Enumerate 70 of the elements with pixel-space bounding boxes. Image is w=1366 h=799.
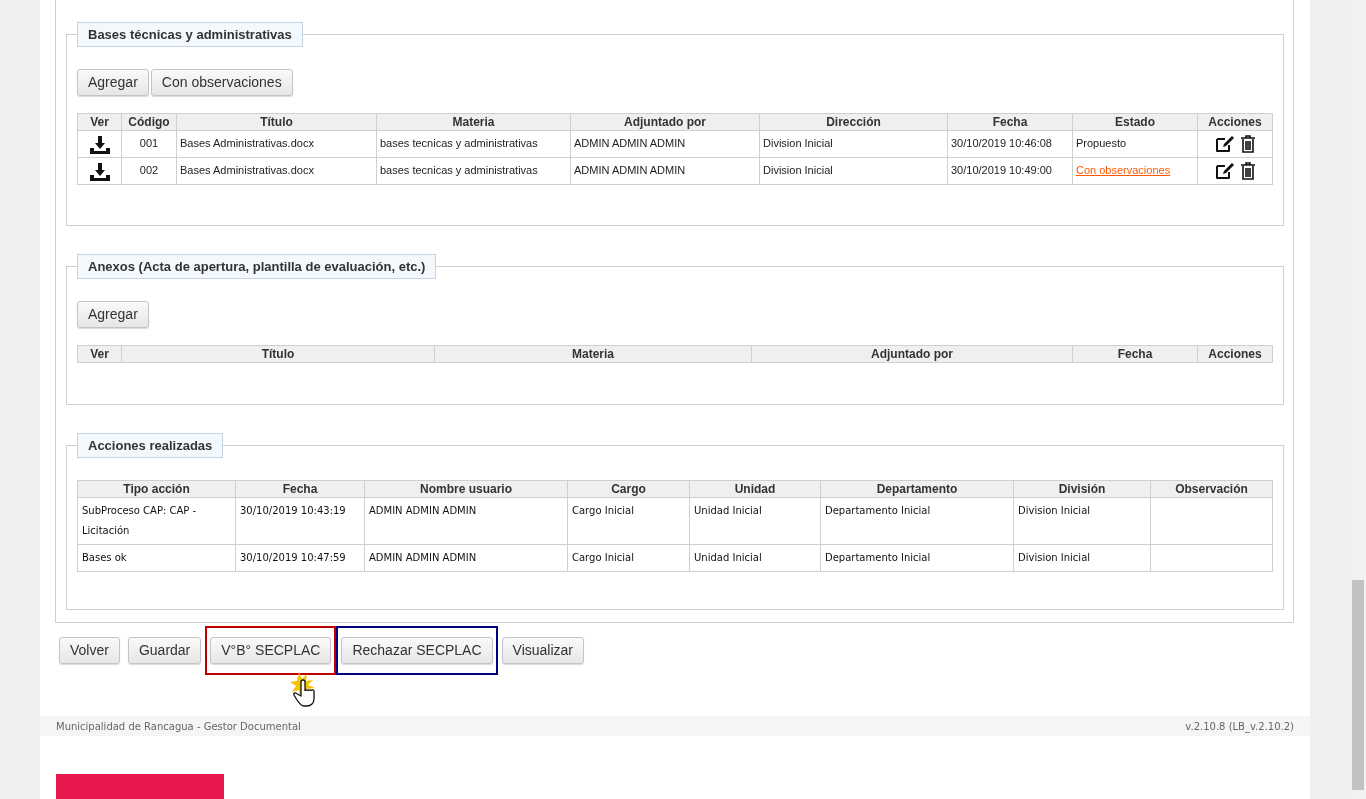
column-header: Título bbox=[176, 113, 377, 131]
section-title: Anexos (Acta de apertura, plantilla de evaluación, etc.) bbox=[77, 254, 437, 279]
trash-icon[interactable] bbox=[1239, 135, 1256, 153]
column-header: Fecha bbox=[947, 113, 1073, 131]
column-header: Acciones bbox=[1197, 345, 1273, 363]
table-cell: Division Inicial bbox=[1013, 497, 1151, 545]
table-cell: Division Inicial bbox=[1013, 544, 1151, 572]
trash-icon[interactable] bbox=[1239, 162, 1256, 180]
column-header: Departamento bbox=[820, 480, 1014, 498]
table-cell: ADMIN ADMIN ADMIN bbox=[570, 157, 760, 185]
column-header: Unidad bbox=[689, 480, 821, 498]
table-cell: Bases ok bbox=[77, 544, 236, 572]
column-header: Materia bbox=[376, 113, 571, 131]
table-cell: bases tecnicas y administrativas bbox=[376, 130, 571, 158]
table-cell: ADMIN ADMIN ADMIN bbox=[570, 130, 760, 158]
table-cell: Unidad Inicial bbox=[689, 544, 821, 572]
table-cell: 30/10/2019 10:49:00 bbox=[947, 157, 1073, 185]
table-cell: Cargo Inicial bbox=[567, 497, 690, 545]
table-cell: Unidad Inicial bbox=[689, 497, 821, 545]
table-cell: 30/10/2019 10:43:19 bbox=[235, 497, 365, 545]
table-cell: SubProceso CAP: CAP - Licitación bbox=[77, 497, 236, 545]
table-cell: 002 bbox=[121, 157, 177, 185]
section-title: Acciones realizadas bbox=[77, 433, 224, 458]
action-button[interactable]: Visualizar bbox=[501, 637, 584, 664]
table-cell: 30/10/2019 10:47:59 bbox=[235, 544, 365, 572]
table-cell: Departamento Inicial bbox=[820, 544, 1014, 572]
column-header: Título bbox=[121, 345, 435, 363]
toolbar-button[interactable]: Agregar bbox=[77, 301, 149, 328]
download-icon[interactable] bbox=[89, 135, 110, 154]
edit-icon[interactable] bbox=[1214, 162, 1235, 180]
scrollbar-thumb[interactable] bbox=[1352, 580, 1364, 790]
action-button[interactable]: Volver bbox=[59, 637, 120, 664]
column-header: Materia bbox=[434, 345, 752, 363]
action-button[interactable]: Rechazar SECPLAC bbox=[341, 637, 493, 664]
table-cell: 001 bbox=[121, 130, 177, 158]
toolbar-button[interactable]: Agregar bbox=[77, 69, 149, 96]
table-cell: ADMIN ADMIN ADMIN bbox=[364, 497, 568, 545]
column-header: Ver bbox=[77, 113, 122, 131]
column-header: Estado bbox=[1072, 113, 1198, 131]
table-cell: Bases Administrativas.docx bbox=[176, 130, 377, 158]
column-header: Nombre usuario bbox=[364, 480, 568, 498]
action-button[interactable]: Guardar bbox=[127, 637, 202, 664]
table-cell: Division Inicial bbox=[759, 130, 948, 158]
column-header: Observación bbox=[1150, 480, 1273, 498]
table-cell: Departamento Inicial bbox=[820, 497, 1014, 545]
edit-icon[interactable] bbox=[1214, 135, 1235, 153]
column-header: Dirección bbox=[759, 113, 948, 131]
column-header: División bbox=[1013, 480, 1151, 498]
column-header: Código bbox=[121, 113, 177, 131]
column-header: Ver bbox=[77, 345, 122, 363]
action-button[interactable]: V°B° SECPLAC bbox=[210, 637, 332, 664]
column-header: Tipo acción bbox=[77, 480, 236, 498]
table-cell: 30/10/2019 10:46:08 bbox=[947, 130, 1073, 158]
download-icon[interactable] bbox=[89, 162, 110, 181]
column-header: Adjuntado por bbox=[751, 345, 1073, 363]
table-cell: Division Inicial bbox=[759, 157, 948, 185]
column-header: Fecha bbox=[235, 480, 365, 498]
column-header: Acciones bbox=[1197, 113, 1273, 131]
section-title: Bases técnicas y administrativas bbox=[77, 22, 303, 47]
column-header: Cargo bbox=[567, 480, 690, 498]
toolbar-button[interactable]: Con observaciones bbox=[150, 69, 293, 96]
table-cell: ADMIN ADMIN ADMIN bbox=[364, 544, 568, 572]
footer-text: Municipalidad de Rancagua - Gestor Documental bbox=[56, 719, 301, 734]
version-text: v.2.10.8 (LB_v.2.10.2) bbox=[1185, 719, 1294, 734]
column-header: Adjuntado por bbox=[570, 113, 760, 131]
table-cell: Cargo Inicial bbox=[567, 544, 690, 572]
table-cell: Bases Administrativas.docx bbox=[176, 157, 377, 185]
table-cell: bases tecnicas y administrativas bbox=[376, 157, 571, 185]
table-cell: Propuesto bbox=[1072, 130, 1198, 158]
column-header: Fecha bbox=[1072, 345, 1198, 363]
